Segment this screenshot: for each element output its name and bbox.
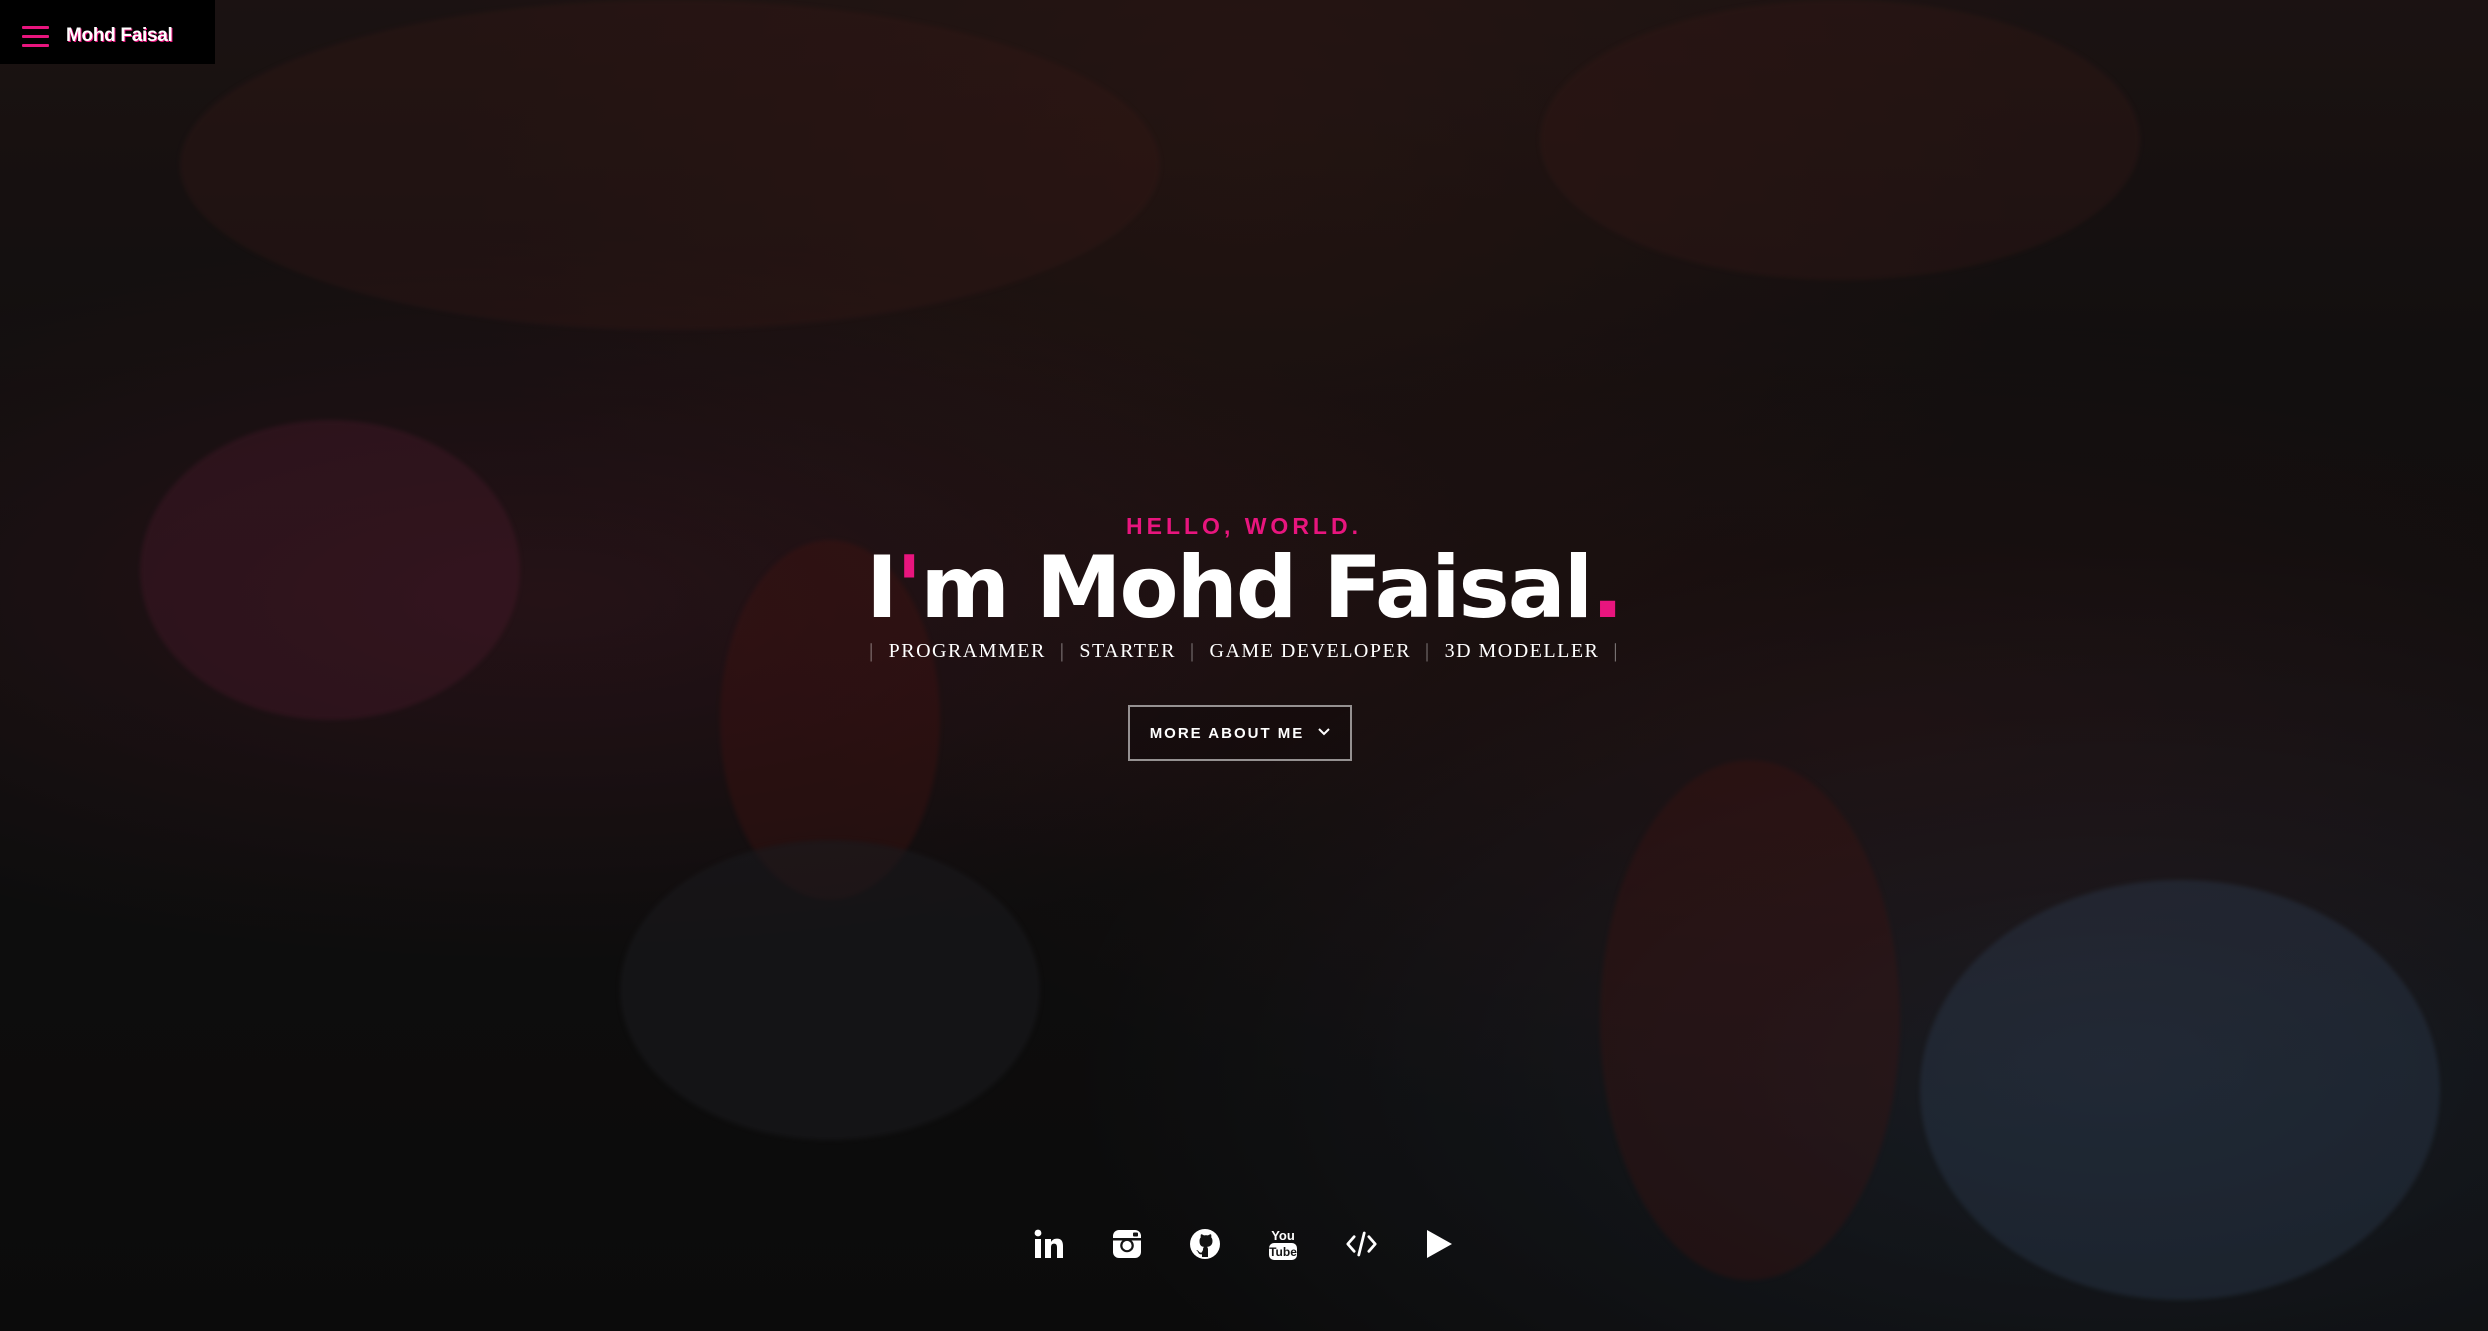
headline-period: . [1591, 538, 1624, 638]
hero-roles: | PROGRAMMER | STARTER | GAME DEVELOPER | 3D MO… [0, 640, 2488, 663]
headline-name: m Mohd Faisal [920, 538, 1593, 638]
role-separator: | [1425, 640, 1431, 662]
svg-text:You: You [1271, 1228, 1295, 1243]
headline-prefix: I [866, 538, 898, 638]
role-item: PROGRAMMER [888, 640, 1046, 662]
play-icon[interactable] [1423, 1226, 1456, 1262]
chevron-down-icon [1318, 724, 1331, 739]
github-icon[interactable] [1189, 1226, 1222, 1262]
instagram-icon[interactable] [1111, 1226, 1144, 1262]
youtube-icon[interactable]: You Tube [1267, 1226, 1300, 1262]
hero-greeting: HELLO, WORLD. [1126, 513, 1362, 539]
role-item: STARTER [1079, 640, 1176, 662]
linkedin-icon[interactable] [1033, 1226, 1066, 1262]
more-about-me-button[interactable]: MORE ABOUT ME [1128, 705, 1352, 761]
role-item: 3D MODELLER [1444, 640, 1600, 662]
role-separator: | [1059, 640, 1066, 662]
role-separator: | [869, 640, 875, 662]
page-background: Mohd Faisal HELLO, WORLD. I'm Mohd Faisa… [0, 0, 2488, 1331]
social-links: You Tube [0, 1226, 2488, 1262]
hero-section: HELLO, WORLD. I'm Mohd Faisal. | PROGRAMM… [0, 0, 2488, 1331]
role-item: GAME DEVELOPER [1209, 640, 1412, 662]
hero-headline: I'm Mohd Faisal. [0, 538, 2488, 638]
role-separator: | [1613, 640, 1619, 662]
more-about-me-label: MORE ABOUT ME [1149, 724, 1305, 742]
svg-text:Tube: Tube [1269, 1245, 1297, 1259]
role-separator: | [1189, 640, 1196, 662]
code-icon[interactable] [1345, 1226, 1378, 1262]
headline-apostrophe: ' [896, 538, 922, 638]
